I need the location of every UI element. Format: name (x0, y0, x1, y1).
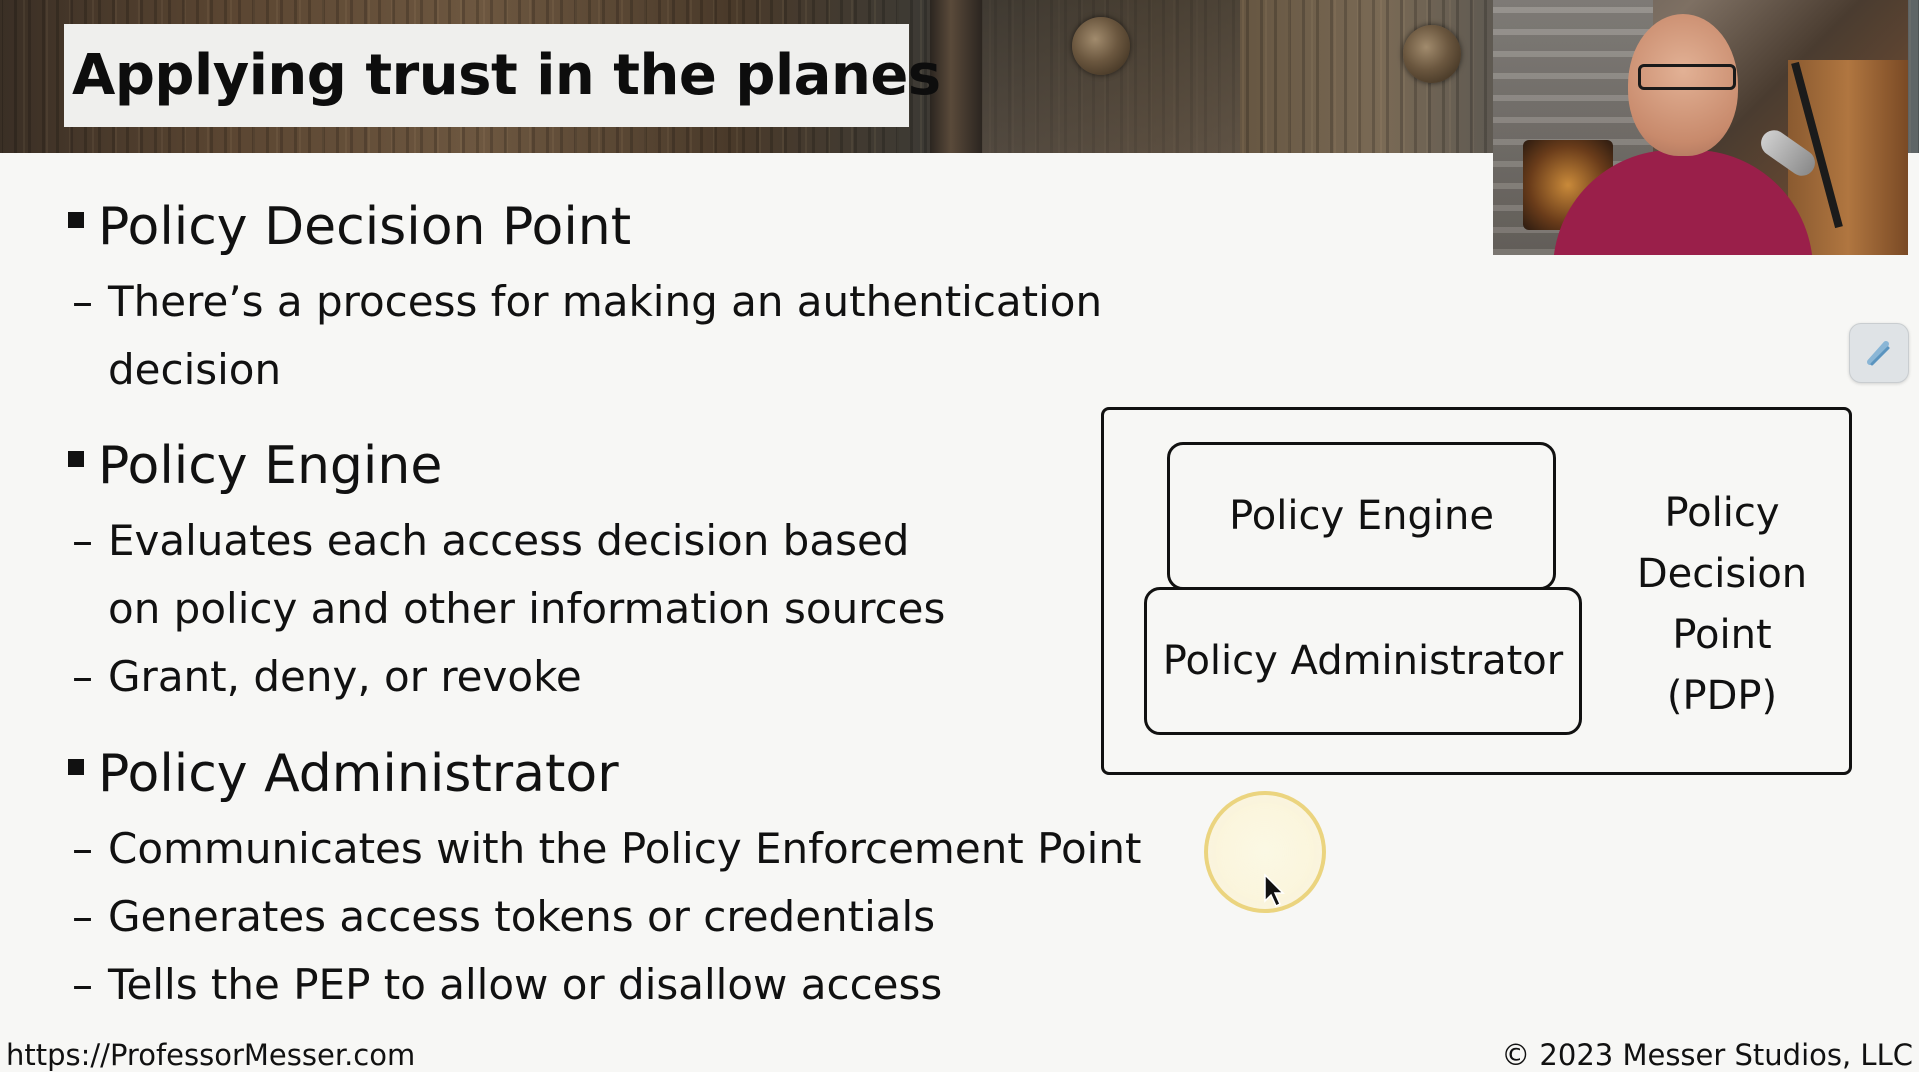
bullet-heading: Policy Decision Point (98, 197, 632, 257)
bullet-square-icon (68, 212, 84, 228)
bullet-square-icon (68, 451, 84, 467)
footer-copyright: © 2023 Messer Studios, LLC (1501, 1038, 1913, 1072)
sub-bullet: – Evaluates each access decision based (72, 516, 909, 566)
presenter-webcam (1493, 0, 1908, 255)
sub-bullet: – There’s a process for making an authent… (72, 277, 1102, 327)
pen-tool-glyph (1867, 341, 1890, 366)
sub-bullet-text: Communicates with the Policy Enforcement… (108, 824, 1142, 873)
sub-bullet: – Grant, deny, or revoke (72, 652, 582, 702)
pen-tool-icon[interactable] (1849, 323, 1909, 383)
sub-bullet-continuation: decision (108, 345, 282, 394)
dash-glyph: – (72, 652, 93, 701)
sub-bullet-text: Tells the PEP to allow or disallow acces… (108, 960, 943, 1009)
sub-bullet: – Tells the PEP to allow or disallow acce… (72, 960, 942, 1010)
footer-url: https://ProfessorMesser.com (6, 1038, 416, 1072)
sub-bullet-text: There’s a process for making an authenti… (108, 277, 1103, 326)
policy-administrator-label: Policy Administrator (1162, 638, 1564, 684)
banner-bolt (1403, 25, 1461, 83)
pdp-label-line: Policy (1664, 490, 1780, 536)
presenter-glasses (1638, 64, 1736, 90)
pdp-label-line: Decision (1636, 551, 1808, 597)
bullet-heading: Policy Administrator (98, 744, 619, 804)
bullet-policy-decision-point: Policy Decision Point (68, 197, 631, 257)
dash-glyph: – (72, 824, 93, 873)
policy-engine-box: Policy Engine (1167, 442, 1556, 590)
sub-bullet-text: Grant, deny, or revoke (108, 652, 582, 701)
policy-engine-label: Policy Engine (1229, 493, 1494, 539)
banner-bolt (1072, 17, 1130, 75)
dash-glyph: – (72, 960, 93, 1009)
pdp-label-line: (PDP) (1666, 673, 1778, 719)
sub-bullet-text: Generates access tokens or credentials (108, 892, 936, 941)
bullet-policy-administrator: Policy Administrator (68, 744, 619, 804)
slide-title-box: Applying trust in the planes (64, 24, 941, 127)
slide-title: Applying trust in the planes (72, 43, 941, 108)
sub-bullet: – Communicates with the Policy Enforcemen… (72, 824, 1141, 874)
sub-bullet-continuation: on policy and other information sources (108, 584, 946, 633)
dash-glyph: – (72, 277, 93, 326)
pdp-label-line: Point (1672, 612, 1772, 658)
policy-administrator-box: Policy Administrator (1144, 587, 1582, 735)
dash-glyph: – (72, 516, 93, 565)
sub-bullet: – Generates access tokens or credentials (72, 892, 935, 942)
bullet-heading: Policy Engine (98, 436, 443, 496)
pdp-label: Policy Decision Point (PDP) (1612, 483, 1832, 727)
sub-bullet-text: Evaluates each access decision based (108, 516, 910, 565)
bullet-square-icon (68, 759, 84, 775)
dash-glyph: – (72, 892, 93, 941)
mouse-pointer-icon (1264, 873, 1285, 908)
bullet-policy-engine: Policy Engine (68, 436, 442, 496)
